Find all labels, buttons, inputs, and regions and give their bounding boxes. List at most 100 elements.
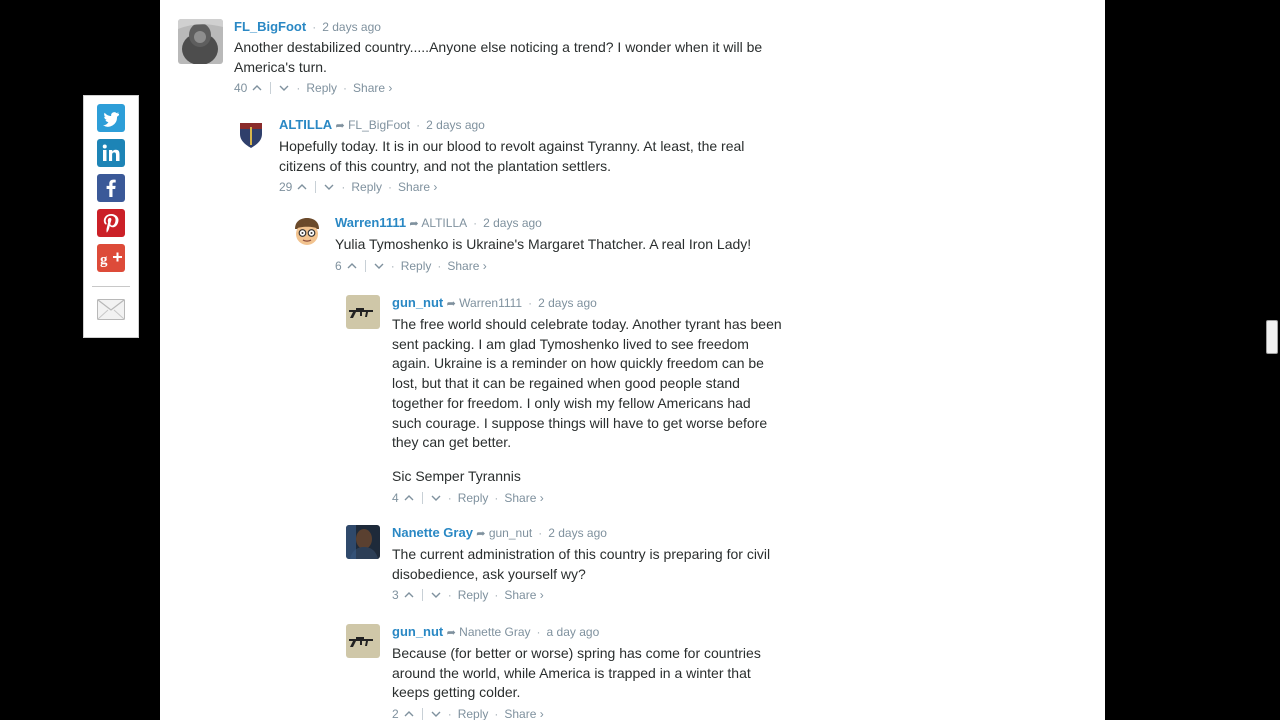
vote-divider: [270, 82, 272, 95]
timestamp-link[interactable]: 2 days ago: [538, 296, 597, 310]
reply-arrow-icon: ➦: [335, 120, 345, 132]
reply-link[interactable]: Reply: [306, 81, 337, 95]
author-link[interactable]: Nanette Gray: [392, 525, 473, 540]
in-reply-to-link[interactable]: Nanette Gray: [459, 625, 530, 639]
social-share-bar: g: [83, 95, 139, 338]
author-link[interactable]: gun_nut: [392, 295, 443, 310]
downvote-icon[interactable]: [430, 708, 442, 720]
author-link[interactable]: gun_nut: [392, 624, 443, 639]
share-link[interactable]: Share ›: [504, 588, 543, 602]
avatar[interactable]: [346, 624, 380, 658]
comment-actions: 3 · Reply · Share ›: [392, 588, 784, 602]
avatar[interactable]: [234, 117, 268, 151]
rifle-avatar-icon: [346, 295, 380, 329]
facebook-icon: [97, 174, 125, 202]
vote-divider: [421, 491, 423, 504]
reply-link[interactable]: Reply: [458, 491, 489, 505]
comment-text: Yulia Tymoshenko is Ukraine's Margaret T…: [335, 235, 785, 255]
reply-link[interactable]: Reply: [458, 707, 489, 720]
comment-header: gun_nut ➦ Warren1111 · 2 days ago: [392, 295, 784, 312]
downvote-icon[interactable]: [278, 82, 290, 94]
in-reply-to-link[interactable]: Warren1111: [459, 296, 522, 310]
share-link[interactable]: Share ›: [353, 81, 392, 95]
cartoon-avatar-icon: [290, 215, 324, 249]
in-reply-to-link[interactable]: FL_BigFoot: [348, 118, 410, 132]
upvote-icon[interactable]: [296, 181, 308, 193]
author-link[interactable]: Warren1111: [335, 215, 406, 230]
comment-paragraph: Sic Semper Tyrannis: [392, 467, 521, 484]
comments-panel: FL_BigFoot · 2 days ago Another destabiliz…: [160, 0, 1105, 720]
bullet-separator: ·: [388, 180, 393, 195]
share-link[interactable]: Share ›: [447, 259, 486, 273]
reply-link[interactable]: Reply: [401, 259, 432, 273]
vote-count: 29: [279, 180, 293, 195]
vote-count: 3: [392, 588, 399, 603]
timestamp-link[interactable]: 2 days ago: [548, 526, 607, 540]
comment-text: Because (for better or worse) spring has…: [392, 644, 784, 703]
comment-actions: 40 · Reply · Share ›: [234, 81, 774, 95]
downvote-icon[interactable]: [373, 260, 385, 272]
comment-text: Hopefully today. It is in our blood to r…: [279, 137, 784, 176]
avatar[interactable]: [346, 295, 380, 329]
upvote-icon[interactable]: [403, 492, 415, 504]
share-link[interactable]: Share ›: [504, 491, 543, 505]
downvote-icon[interactable]: [430, 589, 442, 601]
timestamp-link[interactable]: a day ago: [547, 625, 600, 639]
timestamp-link[interactable]: 2 days ago: [322, 20, 381, 34]
reply-arrow-icon: ➦: [476, 528, 486, 540]
in-reply-to-link[interactable]: ALTILLA: [421, 216, 467, 230]
google-plus-share-button[interactable]: g: [97, 244, 125, 272]
bullet-separator: ·: [341, 180, 346, 195]
comment-actions: 6 · Reply · Share ›: [335, 259, 785, 273]
vote-count: 2: [392, 707, 399, 720]
comment-paragraph: Yulia Tymoshenko is Ukraine's Margaret T…: [335, 236, 752, 252]
share-link[interactable]: Share ›: [504, 707, 543, 720]
bullet-separator: ·: [447, 707, 452, 720]
downvote-icon[interactable]: [430, 492, 442, 504]
avatar[interactable]: [290, 215, 324, 249]
comment-header: FL_BigFoot · 2 days ago: [234, 19, 774, 35]
bullet-separator: ·: [343, 81, 348, 96]
vote-divider: [421, 589, 423, 602]
upvote-icon[interactable]: [403, 708, 415, 720]
facebook-share-button[interactable]: [97, 174, 125, 202]
share-link[interactable]: Share ›: [398, 180, 437, 194]
upvote-icon[interactable]: [403, 589, 415, 601]
vote-divider: [421, 708, 423, 720]
linkedin-share-button[interactable]: [97, 139, 125, 167]
author-link[interactable]: FL_BigFoot: [234, 19, 306, 34]
author-link[interactable]: ALTILLA: [279, 117, 332, 132]
avatar[interactable]: [346, 525, 380, 559]
email-share-button[interactable]: [97, 295, 125, 323]
timestamp-link[interactable]: 2 days ago: [483, 216, 542, 230]
downvote-icon[interactable]: [323, 181, 335, 193]
vertical-scrollbar[interactable]: [1264, 0, 1280, 720]
timestamp-link[interactable]: 2 days ago: [426, 118, 485, 132]
reply-arrow-icon: ➦: [409, 218, 419, 230]
scrollbar-thumb[interactable]: [1266, 320, 1278, 354]
bullet-separator: ·: [494, 707, 499, 720]
reply-arrow-icon: ➦: [446, 627, 456, 639]
in-reply-to-link[interactable]: gun_nut: [489, 526, 532, 540]
email-icon: [97, 299, 125, 320]
reply-link[interactable]: Reply: [458, 588, 489, 602]
comment-text: The free world should celebrate today. A…: [392, 315, 784, 487]
reply-arrow-icon: ➦: [446, 298, 456, 310]
comment-paragraph: Another destabilized country.....Anyone …: [234, 39, 763, 75]
twitter-share-button[interactable]: [97, 104, 125, 132]
vote-count: 6: [335, 258, 342, 273]
comment-actions: 2 · Reply · Share ›: [392, 707, 784, 720]
bullet-separator: ·: [538, 526, 543, 540]
vote-divider: [315, 181, 317, 194]
avatar[interactable]: [178, 19, 223, 64]
photo-avatar-icon: [346, 525, 380, 559]
upvote-icon[interactable]: [251, 82, 263, 94]
twitter-icon: [97, 104, 125, 132]
bullet-separator: ·: [528, 296, 533, 310]
bullet-separator: ·: [416, 118, 421, 132]
upvote-icon[interactable]: [346, 260, 358, 272]
bullet-separator: ·: [447, 588, 452, 603]
reply-link[interactable]: Reply: [351, 180, 382, 194]
pinterest-share-button[interactable]: [97, 209, 125, 237]
comment-paragraph: The current administration of this count…: [392, 546, 771, 582]
